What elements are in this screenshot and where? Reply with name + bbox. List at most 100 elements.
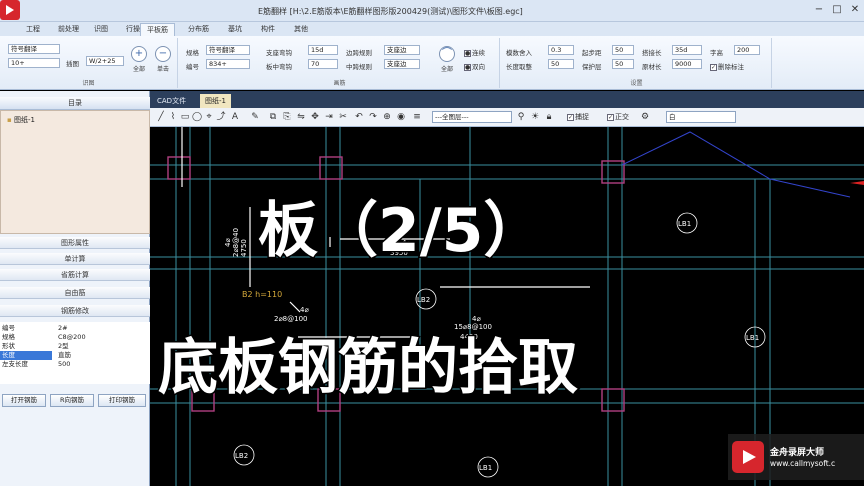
tab-foundation-pit[interactable]: 基坑	[222, 23, 248, 36]
undo-icon[interactable]: ↶	[354, 111, 364, 123]
measure-icon[interactable]: ⌖	[204, 111, 214, 123]
lock-icon[interactable]: 🔒︎	[544, 111, 554, 123]
table-row[interactable]: 左支长度 500	[0, 360, 150, 369]
symbol-translate-field[interactable]: 符号翻译	[8, 44, 60, 54]
slab-label: LB1	[678, 220, 691, 228]
continuous-option[interactable]: ● 连续	[464, 47, 485, 57]
edge-rule-select[interactable]: 支座边	[384, 45, 420, 55]
tab-preprocess[interactable]: 前处理	[52, 23, 85, 36]
move-icon[interactable]: ✥	[310, 111, 320, 123]
group-caption: 识图	[82, 80, 95, 87]
delete-annotation-checkbox[interactable]: ✓ 删除标注	[710, 61, 744, 71]
watermark-brand: 金舟录屏大师	[770, 448, 825, 458]
tab-component[interactable]: 构件	[255, 23, 281, 36]
print-rebar-button[interactable]: 打印钢筋	[98, 394, 146, 407]
overlay-title: 板（2/5）	[256, 195, 544, 268]
number-field[interactable]: 834+	[206, 59, 250, 69]
open-rebar-button[interactable]: 打开钢筋	[2, 394, 46, 407]
stock-length-field[interactable]: 9000	[672, 59, 702, 69]
tree-item-drawing[interactable]: ▪ 图纸-1	[7, 115, 35, 125]
tab-distribution-rebar[interactable]: 分布筋	[182, 23, 215, 36]
mid-hook-field[interactable]: 70	[308, 59, 338, 69]
trim-icon[interactable]: ✂	[338, 111, 348, 123]
offset-field[interactable]: W/2+25	[86, 56, 124, 66]
zoom-icon[interactable]: ⊕	[382, 111, 392, 123]
slab-label: LB1	[746, 334, 759, 342]
tab-project[interactable]: 工程	[20, 23, 46, 36]
table-row[interactable]: 编号 2#	[0, 324, 150, 333]
cad-canvas[interactable]: 4⌀ 2⌀8@40 4750 B2 h=110 4⌀ 2⌀8@100 4⌀ 15…	[150, 127, 864, 486]
layer-select[interactable]: ---全图层---	[432, 111, 512, 123]
pen-icon[interactable]: ✎	[250, 111, 260, 123]
table-row[interactable]: 长度 直筋	[0, 351, 150, 360]
close-button[interactable]: ✕	[848, 4, 862, 16]
single-read-button[interactable]: − 单击	[152, 46, 174, 76]
recorder-logo-icon	[0, 0, 20, 20]
document-tabs: CAD文件 图纸-1	[150, 91, 864, 108]
group-caption: 画筋	[333, 80, 346, 87]
section-graphic-props[interactable]: 图形属性	[0, 237, 150, 249]
layer-manager-icon[interactable]: ≡	[412, 111, 422, 123]
settings-icon[interactable]: ⚙	[640, 111, 650, 123]
text-icon[interactable]: A	[230, 111, 240, 123]
mid-rule-select[interactable]: 支座边	[384, 59, 420, 69]
ortho-checkbox[interactable]: ✓ 正交	[600, 111, 636, 123]
rounding-field[interactable]: 0.3	[548, 45, 574, 55]
section-save-calc[interactable]: 省筋计算	[0, 269, 150, 281]
rect-icon[interactable]: ▭	[180, 111, 190, 123]
mid-rule-label: 中跨规则	[346, 63, 372, 71]
all-read-button[interactable]: + 全部	[128, 46, 150, 76]
length-round-field[interactable]: 50	[548, 59, 574, 69]
bulb-icon[interactable]: ☀	[530, 111, 540, 123]
tab-other[interactable]: 其他	[288, 23, 314, 36]
draw-toolbar: ╱ ⌇ ▭ ◯ ⌖ ⤴ A ✎ ⧉ ⎘ ⇋ ✥ ⇥ ✂ ↶ ↷ ⊕ ◉ ≡ --…	[150, 108, 864, 127]
minimize-button[interactable]: −	[812, 4, 826, 16]
watermark-url: www.callmysoft.c	[770, 459, 836, 468]
tab-read-drawing[interactable]: 识图	[88, 23, 114, 36]
r-direction-rebar-button[interactable]: R向钢筋	[50, 394, 94, 407]
ribbon-group-read: 符号翻译 10+ 插图 W/2+25 + 全部 − 单击 识图	[0, 38, 178, 88]
ribbon-tabs: 工程 前处理 识图 行操作 平板筋 分布筋 基坑 构件 其他	[0, 22, 864, 36]
circle-icon[interactable]: ◯	[192, 111, 202, 123]
annotation: 4⌀	[472, 315, 481, 323]
draw-all-button[interactable]: ⌒ 全部	[436, 46, 458, 76]
copy-icon[interactable]: ⎘	[282, 111, 292, 123]
lap-length-field[interactable]: 35d	[672, 45, 702, 55]
tab-slab-rebar[interactable]: 平板筋	[140, 23, 175, 36]
color-select[interactable]: 白	[666, 111, 736, 123]
eye-icon[interactable]: ◉	[396, 111, 406, 123]
mirror-icon[interactable]: ⇋	[296, 111, 306, 123]
table-row[interactable]: 形状 2型	[0, 342, 150, 351]
snap-checkbox[interactable]: ✓ 捕捉	[560, 111, 596, 123]
section-free-rebar[interactable]: 自由筋	[0, 287, 150, 299]
polyline-icon[interactable]: ⌇	[168, 111, 178, 123]
length-round-label: 长度取整	[506, 63, 532, 71]
pin-icon[interactable]: ⚲	[516, 111, 526, 123]
bend-icon[interactable]: ⤴	[216, 111, 226, 123]
folder-icon: ▪	[7, 116, 12, 124]
table-row[interactable]: 规格 C8@200	[0, 333, 150, 342]
text-height-field[interactable]: 200	[734, 45, 760, 55]
tab-cad-file[interactable]: CAD文件	[152, 94, 191, 108]
spacing-field[interactable]: 10+	[8, 58, 60, 68]
stock-length-label: 原材长	[642, 63, 662, 71]
spec-field[interactable]: 符号翻译	[206, 45, 250, 55]
radio-icon: ●	[464, 49, 471, 57]
maximize-button[interactable]: □	[830, 4, 844, 16]
overlay-subtitle: 底板钢筋的拾取	[157, 332, 580, 405]
bidirectional-option[interactable]: ● 双向	[464, 61, 485, 71]
cover-field[interactable]: 50	[612, 59, 634, 69]
start-distance-label: 起步距	[582, 49, 602, 57]
window-title: E筋翻样 [H:\2.E筋版本\E筋翻样图形版200429(测试)\图形文件\板…	[258, 7, 523, 16]
tab-drawing-1[interactable]: 图纸-1	[200, 94, 231, 108]
support-hook-field[interactable]: 15d	[308, 45, 338, 55]
section-rebar-edit[interactable]: 钢筋修改	[0, 305, 150, 317]
annotation: B2 h=110	[242, 290, 282, 299]
redo-icon[interactable]: ↷	[368, 111, 378, 123]
line-icon[interactable]: ╱	[156, 111, 166, 123]
section-single-calc[interactable]: 单计算	[0, 253, 150, 265]
support-hook-label: 支座弯钩	[266, 49, 292, 57]
layer-icon[interactable]: ⧉	[268, 111, 278, 123]
start-distance-field[interactable]: 50	[612, 45, 634, 55]
offset-icon[interactable]: ⇥	[324, 111, 334, 123]
